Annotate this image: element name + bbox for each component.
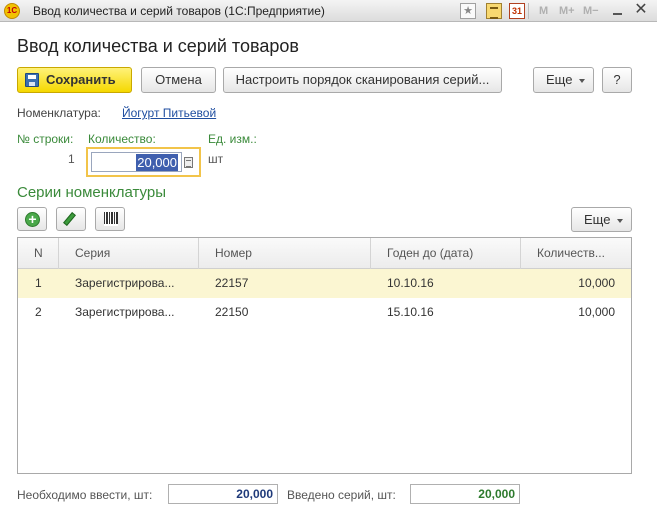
minimize-icon[interactable] — [611, 4, 625, 18]
unit-value: шт — [208, 152, 224, 166]
window-titlebar: 1С Ввод количества и серий товаров (1С:П… — [0, 0, 657, 22]
titlebar-separator — [528, 3, 529, 19]
column-header-number[interactable]: Номер — [199, 238, 371, 269]
quantity-field[interactable]: 20,000 — [86, 147, 201, 177]
column-header-n[interactable]: N — [18, 238, 59, 269]
cell-expiry: 15.10.16 — [387, 305, 434, 319]
save-button[interactable]: Сохранить — [17, 67, 132, 93]
entered-series-value: 20,000 — [410, 484, 520, 504]
unit-label: Ед. изм.: — [208, 132, 257, 146]
table-row[interactable]: 1 Зарегистрирова... 22157 10.10.16 10,00… — [18, 269, 631, 298]
nomenclature-label: Номенклатура: — [17, 106, 101, 120]
close-icon[interactable]: ✕ — [633, 1, 649, 19]
cell-n: 2 — [35, 305, 42, 319]
configure-scan-order-button[interactable]: Настроить порядок сканирования серий... — [223, 67, 502, 93]
cell-quantity: 10,000 — [578, 276, 615, 290]
page-title: Ввод количества и серий товаров — [17, 36, 299, 56]
edit-series-button[interactable] — [56, 207, 86, 231]
row-number-label: № строки: — [17, 132, 74, 146]
series-table[interactable]: N Серия Номер Годен до (дата) Количеств.… — [17, 237, 632, 474]
pencil-icon — [63, 212, 76, 226]
save-icon — [25, 73, 39, 87]
cancel-button[interactable]: Отмена — [141, 67, 216, 93]
cell-series: Зарегистрирова... — [75, 276, 175, 290]
memory-button[interactable]: M — [539, 5, 548, 17]
scan-barcode-button[interactable] — [95, 207, 125, 231]
quantity-input[interactable]: 20,000 — [91, 152, 182, 172]
chevron-down-icon — [617, 219, 623, 223]
memory-minus-button[interactable]: M− — [583, 5, 599, 17]
quantity-input-value: 20,000 — [136, 154, 178, 171]
series-section-title: Серии номенклатуры — [17, 184, 166, 201]
cell-number: 22150 — [215, 305, 249, 319]
calculator-icon[interactable] — [184, 157, 193, 168]
calculator-icon[interactable] — [486, 3, 502, 19]
column-header-quantity[interactable]: Количеств... — [521, 238, 631, 269]
more-menu-button[interactable]: Еще — [533, 67, 594, 93]
more-menu-label: Еще — [546, 72, 573, 87]
memory-plus-button[interactable]: M+ — [559, 5, 575, 17]
quantity-label: Количество: — [88, 132, 156, 146]
cell-expiry: 10.10.16 — [387, 276, 434, 290]
cell-n: 1 — [35, 276, 42, 290]
chevron-down-icon — [579, 79, 585, 83]
series-more-menu-label: Еще — [584, 212, 611, 227]
save-button-label: Сохранить — [46, 72, 116, 87]
required-quantity-label: Необходимо ввести, шт: — [17, 488, 153, 502]
entered-series-label: Введено серий, шт: — [287, 488, 396, 502]
row-number-value: 1 — [68, 152, 75, 166]
favorite-star-icon[interactable]: ★ — [460, 3, 476, 19]
cell-series: Зарегистрирова... — [75, 305, 175, 319]
cell-number: 22157 — [215, 276, 249, 290]
required-quantity-value: 20,000 — [168, 484, 278, 504]
table-header: N Серия Номер Годен до (дата) Количеств.… — [18, 238, 631, 269]
add-icon: + — [25, 212, 40, 227]
help-button[interactable]: ? — [602, 67, 632, 93]
app-logo-icon: 1С — [4, 3, 20, 19]
column-header-expiry[interactable]: Годен до (дата) — [371, 238, 521, 269]
barcode-icon — [104, 212, 118, 226]
add-series-button[interactable]: + — [17, 207, 47, 231]
cell-quantity: 10,000 — [578, 305, 615, 319]
calendar-icon[interactable]: 31 — [509, 3, 525, 19]
window-title: Ввод количества и серий товаров (1С:Пред… — [33, 4, 325, 18]
nomenclature-link[interactable]: Йогурт Питьевой — [122, 106, 216, 120]
column-header-series[interactable]: Серия — [59, 238, 199, 269]
table-row[interactable]: 2 Зарегистрирова... 22150 15.10.16 10,00… — [18, 298, 631, 327]
series-more-menu-button[interactable]: Еще — [571, 207, 632, 232]
